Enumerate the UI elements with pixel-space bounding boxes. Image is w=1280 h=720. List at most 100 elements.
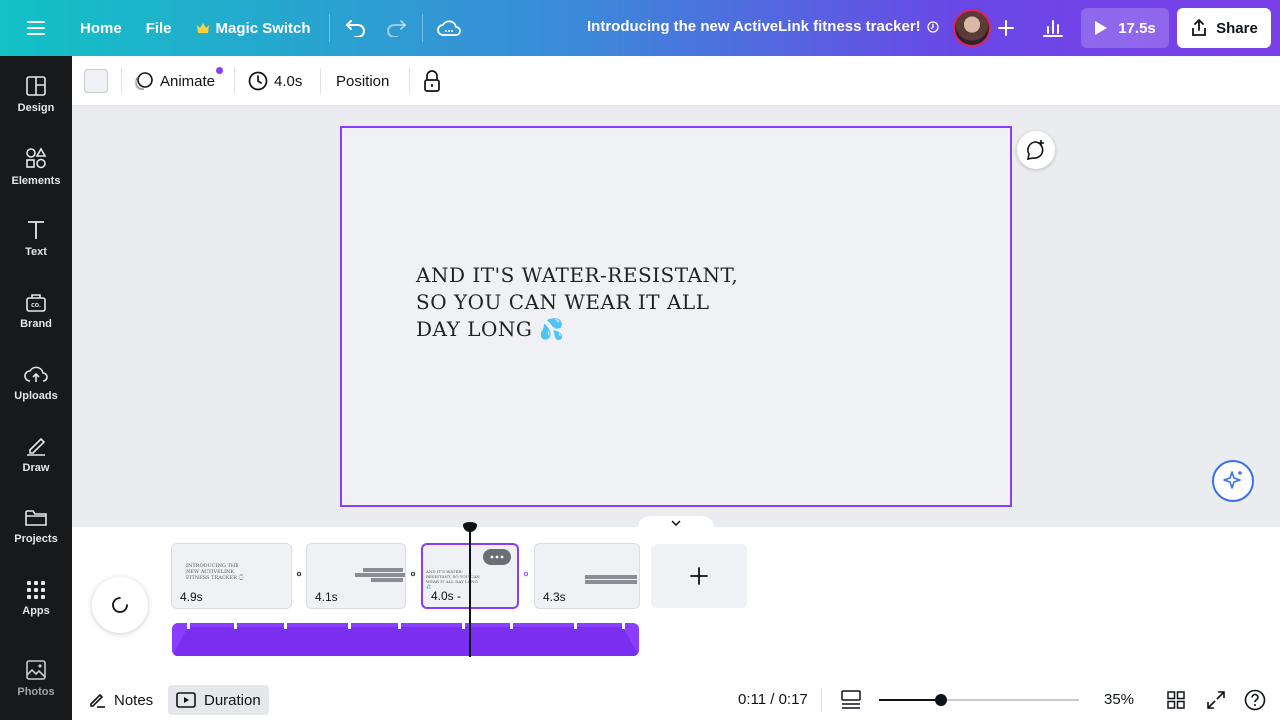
position-button[interactable]: Position (336, 66, 389, 96)
cloud-icon (436, 20, 461, 36)
chevron-down-icon (671, 520, 681, 526)
clip-more-options-button[interactable] (483, 549, 511, 565)
sidebar-item-apps[interactable]: Apps (0, 566, 72, 632)
loading-button[interactable] (92, 577, 148, 633)
clip-duration: 4.1s (315, 590, 338, 604)
sidebar-item-design[interactable]: Design (0, 62, 72, 128)
left-sidebar: Design Elements Text CO. Brand Uploads D… (0, 56, 72, 720)
transition-button[interactable]: ͦ (292, 569, 306, 583)
magic-switch-button[interactable]: Magic Switch (184, 10, 323, 46)
magic-switch-label: Magic Switch (215, 19, 311, 37)
plus-icon (998, 20, 1014, 36)
clip-duration: 4.9s (180, 590, 203, 604)
playhead[interactable] (469, 527, 471, 657)
clock-icon (248, 71, 268, 91)
file-menu[interactable]: File (134, 10, 184, 46)
draw-icon (27, 437, 46, 456)
undo-button[interactable] (336, 10, 376, 46)
transition-button[interactable]: ͦ (406, 569, 420, 583)
notes-icon (90, 693, 105, 708)
invite-button[interactable] (992, 14, 1020, 42)
sidebar-item-elements[interactable]: Elements (0, 134, 72, 200)
duration-button[interactable]: Duration (168, 685, 269, 715)
divider (234, 68, 235, 94)
sidebar-item-label: Brand (20, 318, 52, 330)
lock-icon (424, 70, 440, 92)
page-duration-button[interactable]: 4.0s (248, 66, 302, 96)
transition-button[interactable]: ͦ (519, 569, 533, 583)
notes-button[interactable]: Notes (80, 685, 161, 715)
timeline-clip[interactable]: 4.3s (534, 543, 640, 609)
timeline-clip[interactable]: 4.1s (306, 543, 406, 609)
zoom-level[interactable]: 35% (1104, 691, 1134, 708)
main-menu-button[interactable] (0, 0, 72, 56)
user-avatar[interactable] (953, 9, 991, 47)
clip-duration: 4.3s (543, 590, 566, 604)
sidebar-item-uploads[interactable]: Uploads (0, 350, 72, 416)
design-icon (26, 76, 46, 96)
apps-icon (27, 581, 45, 599)
insights-button[interactable] (1034, 10, 1072, 46)
zoom-slider-fill (879, 699, 941, 701)
lock-button[interactable] (423, 66, 441, 96)
add-comment-button[interactable] (1017, 131, 1055, 169)
expand-icon (1207, 691, 1225, 709)
clip-preview-block (355, 573, 405, 577)
sidebar-item-label: Uploads (14, 390, 58, 402)
clip-preview-block (363, 568, 403, 572)
clip-preview-block (371, 578, 403, 582)
undo-icon (345, 20, 365, 37)
design-title[interactable]: Introducing the new ActiveLink fitness t… (587, 18, 939, 35)
play-duration: 17.5s (1118, 19, 1156, 37)
divider (821, 688, 822, 712)
audio-track[interactable] (172, 623, 639, 656)
share-label: Share (1216, 19, 1258, 37)
divider (328, 14, 330, 42)
divider (421, 14, 423, 42)
clip-preview-text: Introducing the new ActiveLink fitness t… (186, 563, 245, 581)
sidebar-item-label: Elements (11, 175, 61, 187)
zoom-slider-handle[interactable] (935, 694, 947, 706)
grid-icon (1167, 691, 1185, 709)
comment-add-icon (1026, 140, 1044, 161)
add-page-button[interactable] (651, 544, 747, 608)
photos-icon (26, 660, 46, 680)
position-label: Position (336, 72, 390, 90)
timeline-clip[interactable]: Introducing the new ActiveLink fitness t… (171, 543, 292, 609)
page-view-button[interactable] (839, 688, 863, 712)
text-icon (28, 221, 44, 239)
crown-icon (196, 23, 209, 33)
more-icon (490, 555, 504, 559)
help-icon (1244, 689, 1266, 711)
help-button[interactable] (1243, 688, 1267, 712)
save-status-button[interactable] (429, 10, 469, 46)
play-button[interactable]: 17.5s (1081, 8, 1169, 48)
sidebar-item-brand[interactable]: CO. Brand (0, 278, 72, 344)
sidebar-item-label: Apps (22, 605, 50, 617)
sidebar-item-label: Text (25, 246, 47, 258)
page-duration-label: 4.0s (274, 72, 303, 90)
redo-icon (386, 20, 406, 37)
sidebar-item-draw[interactable]: Draw (0, 422, 72, 488)
sidebar-item-text[interactable]: Text (0, 206, 72, 272)
share-button[interactable]: Share (1177, 8, 1271, 48)
redo-button[interactable] (376, 10, 416, 46)
animate-icon (134, 72, 153, 91)
projects-icon (25, 510, 47, 526)
fullscreen-button[interactable] (1204, 688, 1228, 712)
design-title-text: Introducing the new ActiveLink fitness t… (587, 18, 921, 35)
clip-preview-block (585, 580, 637, 584)
page-text-box[interactable]: And it's water-resistant, so you can wea… (416, 262, 746, 343)
animate-button[interactable]: Animate (134, 66, 215, 96)
sidebar-item-photos[interactable]: Photos (0, 646, 72, 712)
background-color-swatch[interactable] (84, 69, 108, 93)
sidebar-item-label: Projects (14, 533, 58, 545)
top-bar: Home File Magic Switch Introducing the n… (0, 0, 1280, 56)
sidebar-item-projects[interactable]: Projects (0, 494, 72, 560)
grid-view-button[interactable] (1164, 688, 1188, 712)
sidebar-item-label: Photos (17, 686, 55, 698)
divider (121, 68, 122, 94)
home-button[interactable]: Home (68, 10, 134, 46)
magic-assistant-button[interactable] (1212, 460, 1254, 502)
video-icon (176, 692, 196, 708)
